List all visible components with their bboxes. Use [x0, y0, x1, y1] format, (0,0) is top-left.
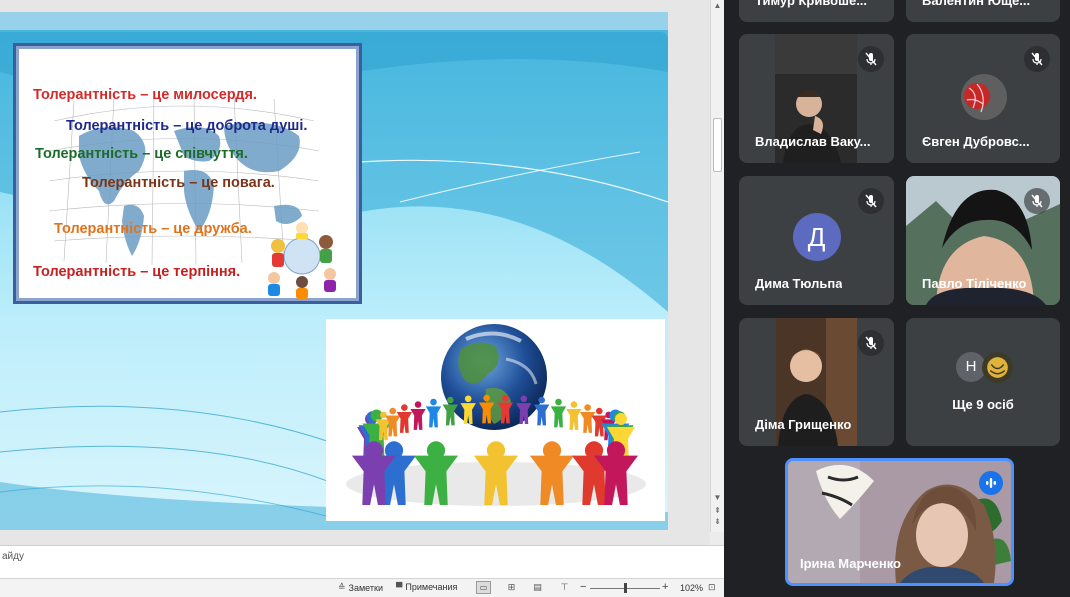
tolerance-line: Толерантність – це доброта душі.: [66, 118, 308, 134]
participant-tile[interactable]: Тимур Кривоше...: [739, 0, 894, 22]
tolerance-line: Толерантність – це терпіння.: [33, 264, 241, 280]
participants-grid: Тимур Кривоше... Валентин Юще... Владисл…: [724, 0, 1070, 597]
speaking-icon: [986, 478, 996, 488]
reading-view-icon[interactable]: ▤: [530, 581, 545, 594]
tolerance-line: Толерантність – це дружба.: [54, 221, 252, 237]
more-participants-label: Ще 9 осіб: [952, 397, 1014, 412]
notes-icon: ≙: [338, 582, 346, 592]
mic-off-indicator: [858, 188, 884, 214]
slide: Толерантність – це милосердя. Толерантні…: [0, 12, 668, 530]
notes-pane[interactable]: айду: [0, 545, 724, 578]
shared-screen: Толерантність – це милосердя. Толерантні…: [0, 0, 724, 597]
zoom-level[interactable]: 102%: [680, 583, 703, 593]
previous-slide-icon[interactable]: ⇞: [711, 506, 724, 516]
participant-name: Діма Грищенко: [755, 417, 852, 432]
tolerance-line: Толерантність – це співчуття.: [35, 146, 248, 162]
fit-slide-icon[interactable]: ⊡: [708, 582, 716, 593]
participant-tile[interactable]: Павло Тіліченко: [906, 176, 1060, 305]
person-figure: [410, 401, 426, 430]
tolerance-text-card: Толерантність – це милосердя. Толерантні…: [13, 43, 362, 304]
participant-name: Валентин Юще...: [922, 0, 1031, 8]
tolerance-line: Толерантність – це милосердя.: [33, 87, 257, 103]
slideshow-icon[interactable]: ⊤: [557, 581, 572, 594]
slide-sorter-icon[interactable]: ⊞: [504, 581, 519, 594]
status-bar: ≙ Заметки ▀ Примечания ▭ ⊞ ▤ ⊤ − + 102% …: [0, 578, 724, 597]
person-figure: [425, 398, 442, 428]
participant-tile[interactable]: Владислав Ваку...: [739, 34, 894, 163]
meet-window: Толерантність – це милосердя. Толерантні…: [0, 0, 1070, 597]
comments-toggle[interactable]: ▀ Примечания: [396, 582, 457, 592]
scroll-up-icon[interactable]: ▲: [711, 0, 724, 12]
person-figure: [579, 404, 596, 433]
person-figure: [396, 404, 413, 433]
comments-label: Примечания: [405, 582, 458, 592]
mic-off-icon: [1031, 194, 1043, 208]
more-participants-tile[interactable]: Н Ще 9 осіб: [906, 318, 1060, 446]
mic-off-indicator: [1024, 46, 1050, 72]
tolerance-line: Толерантність – це повага.: [82, 175, 275, 191]
participant-tile[interactable]: Євген Дубровс...: [906, 34, 1060, 163]
participant-avatar: Д: [792, 212, 841, 261]
normal-view-icon[interactable]: ▭: [476, 581, 491, 594]
scrollbar-thumb[interactable]: [713, 118, 722, 172]
next-slide-icon[interactable]: ⇟: [711, 517, 724, 527]
mic-off-icon: [1031, 52, 1043, 66]
mic-off-indicator: [858, 330, 884, 356]
children-around-globe-image: [268, 222, 336, 299]
mic-off-indicator: [858, 46, 884, 72]
participant-name: Євген Дубровс...: [922, 134, 1030, 149]
speaking-indicator: [979, 471, 1003, 495]
notes-label: Заметки: [348, 582, 383, 593]
speaking-participant-tile[interactable]: Ірина Марченко: [785, 458, 1014, 586]
participant-name: Владислав Ваку...: [755, 134, 871, 149]
participant-tile[interactable]: Діма Грищенко: [739, 318, 894, 446]
person-figure: [550, 398, 567, 428]
participant-name: Павло Тіліченко: [922, 276, 1027, 291]
participant-avatar: [961, 74, 1007, 120]
zoom-out-icon[interactable]: −: [580, 581, 586, 593]
earth-with-people-image: [326, 319, 665, 521]
notes-toggle[interactable]: ≙ Заметки: [338, 582, 383, 593]
participant-name: Тимур Кривоше...: [755, 0, 868, 8]
slide-editing-area: Толерантність – це милосердя. Толерантні…: [0, 0, 710, 545]
vertical-scrollbar[interactable]: ▲ ▼ ⇞ ⇟: [710, 0, 724, 532]
mic-off-icon: [865, 336, 877, 350]
comments-icon: ▀: [396, 582, 403, 592]
zoom-in-icon[interactable]: +: [662, 581, 668, 593]
scroll-down-icon[interactable]: ▼: [711, 492, 724, 504]
notes-placeholder: айду: [2, 551, 24, 562]
participant-tile[interactable]: Д Дима Тюльпа: [739, 176, 894, 305]
participant-tile[interactable]: Валентин Юще...: [906, 0, 1060, 22]
zoom-slider-thumb[interactable]: [623, 583, 627, 593]
person-figure: [566, 401, 582, 430]
participant-name: Ірина Марченко: [800, 556, 901, 571]
mic-off-indicator: [1024, 188, 1050, 214]
mic-off-icon: [865, 52, 877, 66]
participant-name: Дима Тюльпа: [755, 276, 843, 291]
mic-off-icon: [865, 194, 877, 208]
participant-avatar: [982, 352, 1013, 383]
